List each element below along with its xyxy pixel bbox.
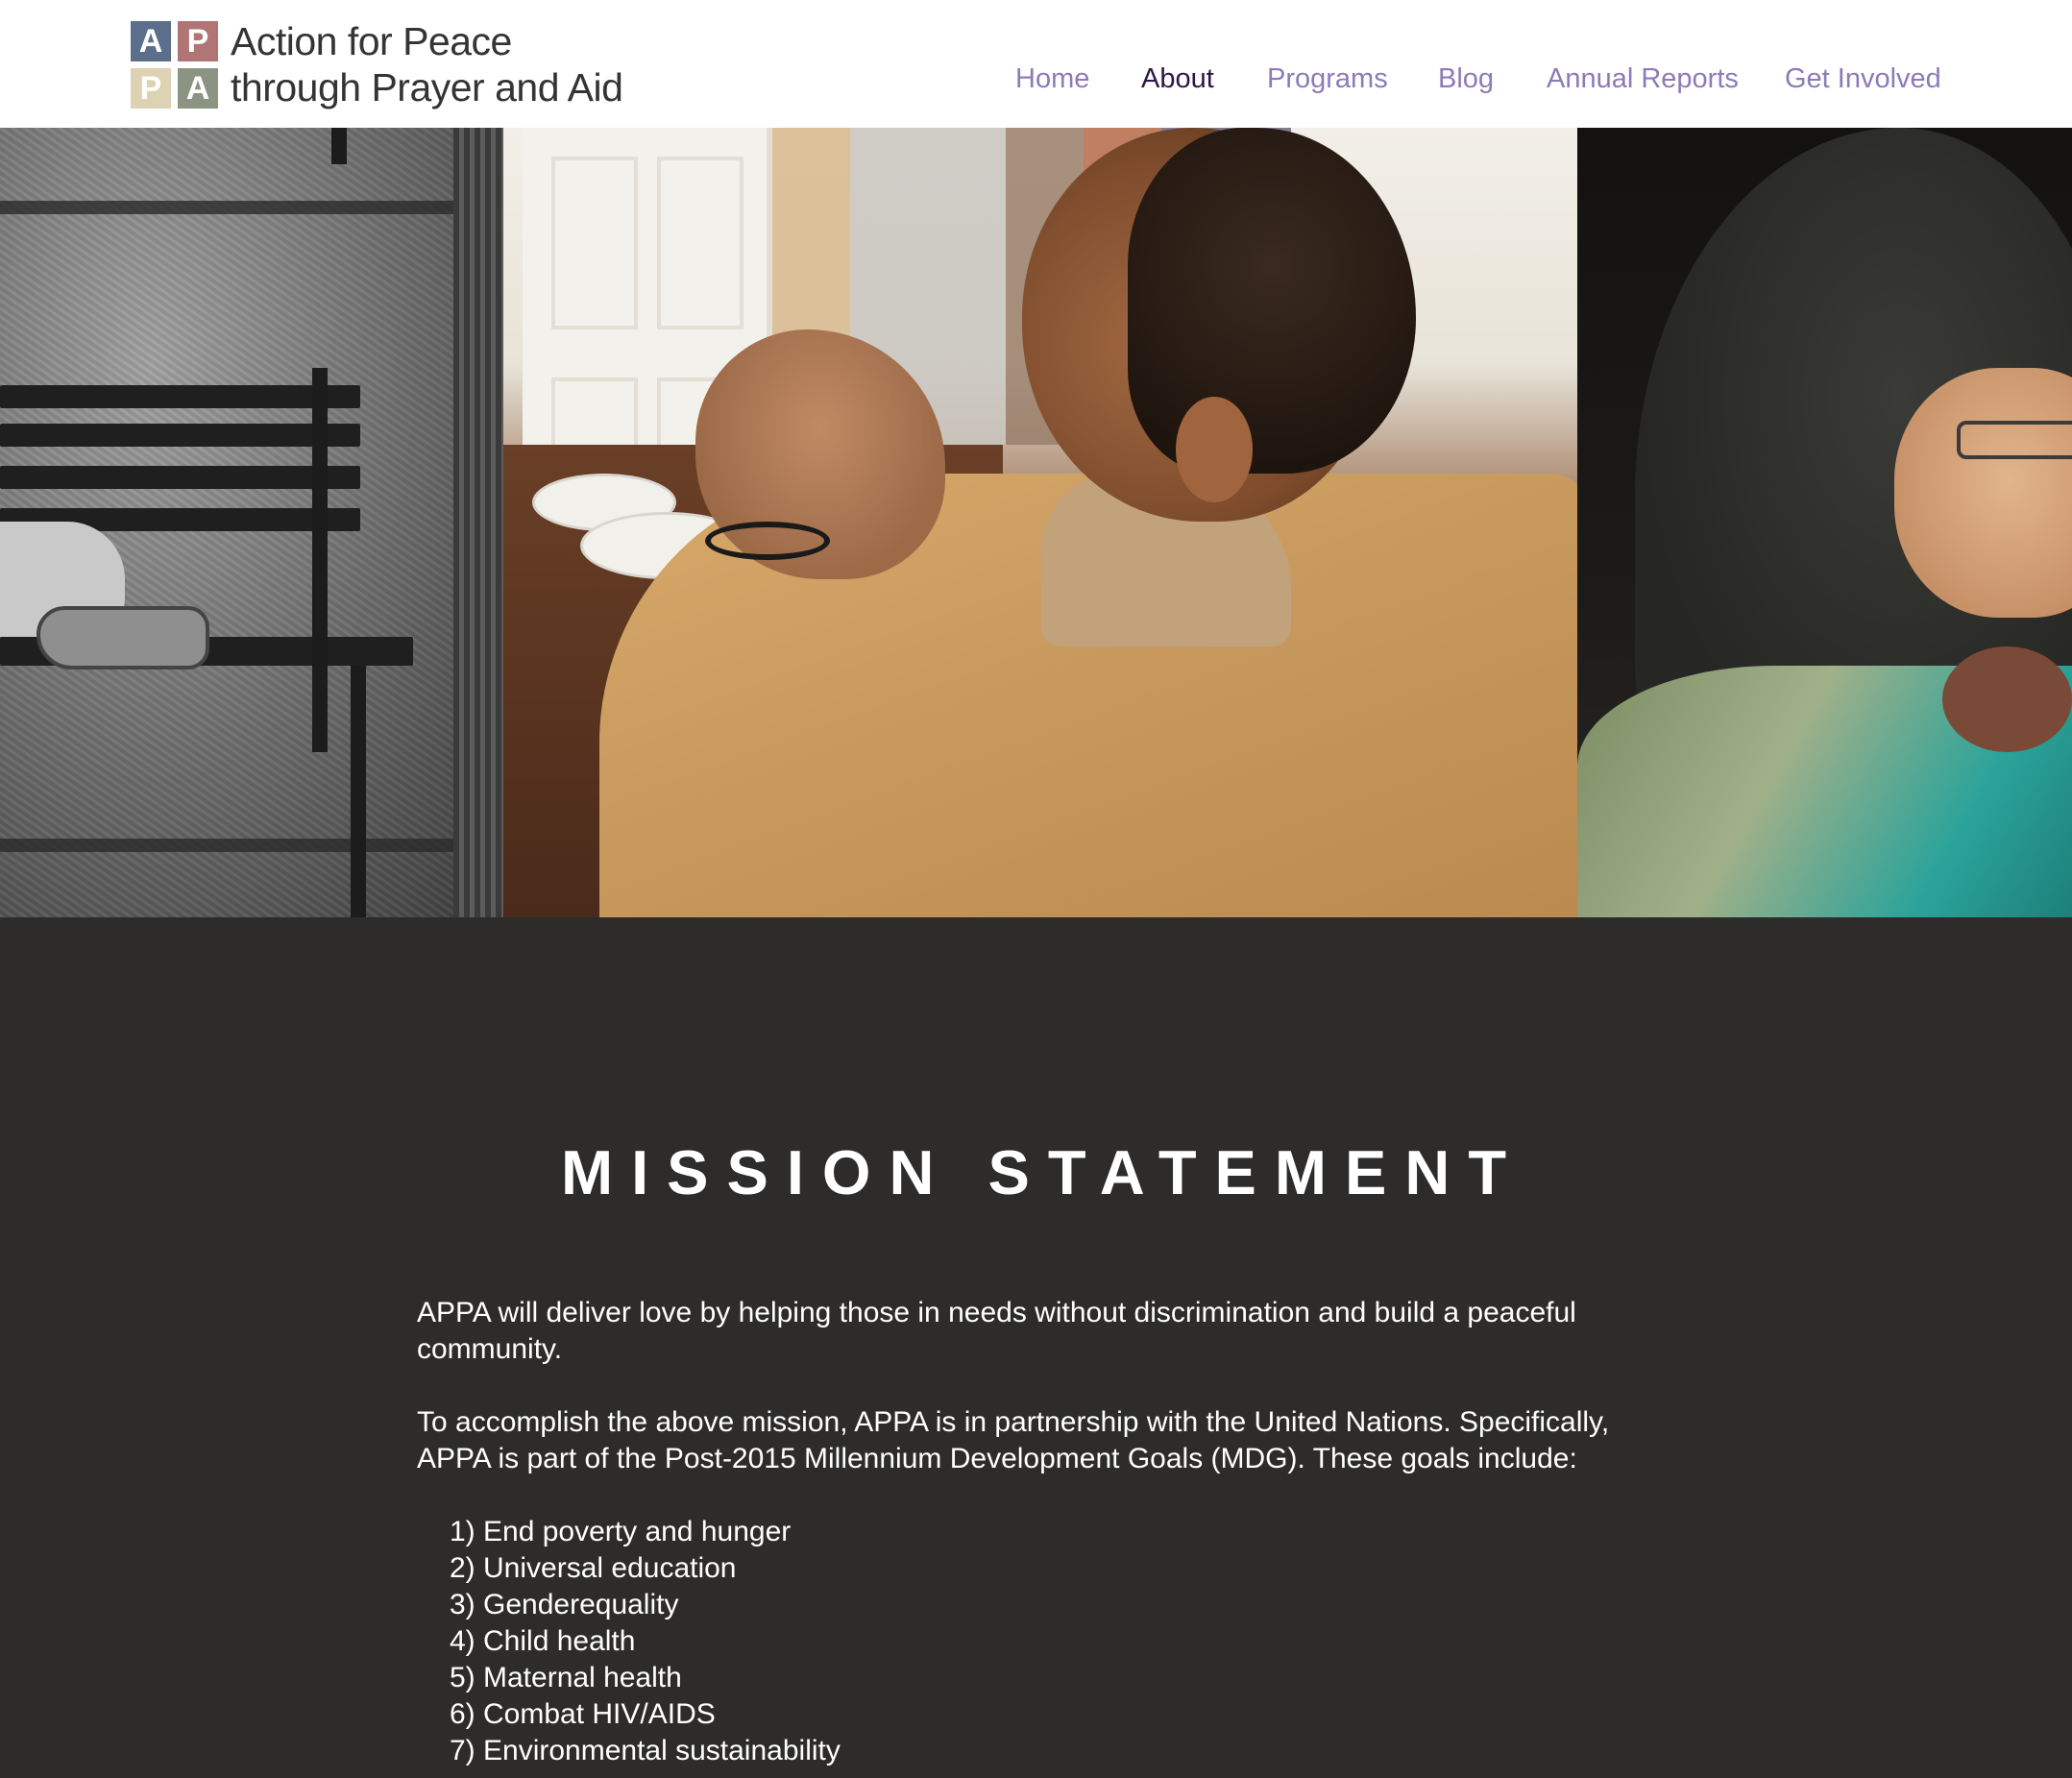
photo-seam <box>0 201 453 214</box>
goal-item: 1) End poverty and hunger <box>450 1516 792 1547</box>
goal-item: 5) Maternal health <box>450 1662 682 1693</box>
holding-hands <box>1942 646 2072 752</box>
logo-line-1: Action for Peace <box>231 19 512 63</box>
nav-about[interactable]: About <box>1141 63 1214 95</box>
bench-slat <box>0 385 360 408</box>
logo-tile-p: P <box>178 21 218 61</box>
hero-photo-strip <box>0 128 2072 917</box>
door-panel <box>551 157 638 329</box>
mission-title: MISSION STATEMENT <box>560 1136 1525 1207</box>
bench-leg <box>351 666 366 917</box>
bench-leg <box>331 128 347 164</box>
sneaker <box>37 606 209 670</box>
man-hair <box>1128 128 1416 474</box>
nav-get-involved[interactable]: Get Involved <box>1785 63 1941 95</box>
logo-tile-a: A <box>131 21 171 61</box>
mission-section: MISSION STATEMENT APPA will deliver love… <box>0 917 2072 1778</box>
praying-man-photo <box>503 128 1577 917</box>
goal-item: 7) Environmental sustainability <box>450 1735 841 1766</box>
nav-programs[interactable]: Programs <box>1267 63 1388 95</box>
bracelet <box>705 522 830 560</box>
hooded-volunteer-photo <box>1577 128 2072 917</box>
nav-annual-reports[interactable]: Annual Reports <box>1547 63 1739 95</box>
bench-slat <box>0 466 360 489</box>
volunteer-face <box>1894 368 2072 618</box>
goal-item: 4) Child health <box>450 1625 636 1657</box>
mission-paragraph: APPA will deliver love by helping those … <box>417 1297 1576 1365</box>
goal-item: 2) Universal education <box>450 1552 737 1584</box>
bench-leg <box>312 368 328 752</box>
photo-edge-strip <box>453 128 503 917</box>
door-panel <box>657 157 743 329</box>
man-ear <box>1176 397 1253 502</box>
nav-blog[interactable]: Blog <box>1438 63 1494 95</box>
goal-item: 6) Combat HIV/AIDS <box>450 1698 716 1730</box>
nav-home[interactable]: Home <box>1015 63 1089 95</box>
photo-seam <box>0 839 453 852</box>
goals-list: 1) End poverty and hunger 2) Universal e… <box>417 1514 1656 1769</box>
mission-body: APPA will deliver love by helping those … <box>417 1295 1656 1769</box>
main-nav: Home About Programs Blog Annual Reports … <box>0 63 2072 102</box>
site-header: A P P A Action for Peace through Prayer … <box>0 0 2072 128</box>
goal-item: 3) Genderequality <box>450 1589 679 1620</box>
park-bench-photo <box>0 128 503 917</box>
eyeglasses <box>1957 421 2072 459</box>
bench-slat <box>0 424 360 447</box>
partnership-paragraph: To accomplish the above mission, APPA is… <box>417 1406 1610 1474</box>
